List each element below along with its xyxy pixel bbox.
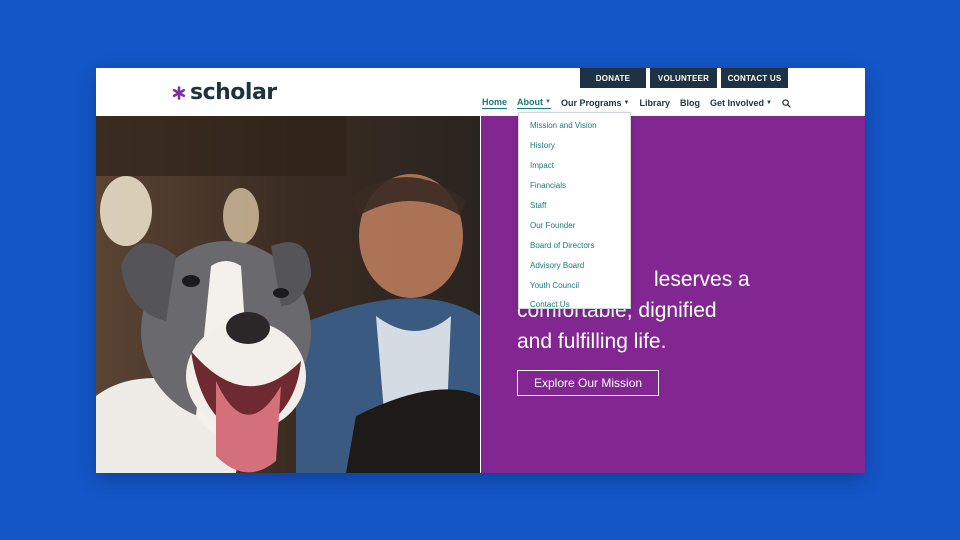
menu-item-contact-us[interactable]: Contact Us (519, 295, 630, 315)
nav-library-label: Library (639, 98, 670, 108)
nav-get-involved-label: Get Involved (709, 98, 764, 108)
hero-photo-dog-in-car (96, 116, 480, 473)
nav-our-programs[interactable]: Our Programs ▼ (561, 98, 629, 108)
nav-home[interactable]: Home (482, 97, 508, 109)
menu-item-youth-council[interactable]: Youth Council (519, 275, 630, 295)
nav-about-label: About (517, 97, 544, 107)
browser-frame: scholar DONATE VOLUNTEER CONTACT US Home… (96, 68, 865, 473)
nav-blog-label: Blog (679, 98, 700, 108)
menu-item-our-founder[interactable]: Our Founder (519, 215, 630, 235)
utility-bar: DONATE VOLUNTEER CONTACT US (580, 68, 788, 88)
search-icon[interactable] (782, 98, 791, 108)
nav-get-involved[interactable]: Get Involved ▼ (710, 98, 772, 108)
menu-item-financials[interactable]: Financials (519, 176, 630, 196)
menu-item-board-of-directors[interactable]: Board of Directors (519, 235, 630, 255)
nav-home-label: Home (482, 97, 508, 107)
nav-library[interactable]: Library (639, 98, 670, 108)
contact-us-button[interactable]: CONTACT US (721, 68, 788, 88)
site-header: scholar DONATE VOLUNTEER CONTACT US Home… (96, 68, 865, 116)
explore-our-mission-button[interactable]: Explore Our Mission (517, 370, 660, 396)
nav-blog[interactable]: Blog (680, 98, 700, 108)
asterisk-logo-icon (172, 85, 186, 100)
logo-text: scholar (190, 80, 277, 105)
caret-down-icon: ▼ (765, 100, 772, 106)
nav-our-programs-label: Our Programs (560, 98, 622, 108)
menu-item-mission-and-vision[interactable]: Mission and Vision (519, 116, 630, 136)
logo[interactable]: scholar (172, 80, 277, 105)
dog-photo-illustration (96, 116, 480, 473)
caret-down-icon: ▼ (545, 99, 551, 105)
nav-about[interactable]: About ▼ (517, 97, 551, 109)
donate-button[interactable]: DONATE (580, 68, 646, 88)
about-dropdown-menu: Mission and Vision History Impact Financ… (518, 112, 631, 309)
menu-item-advisory-board[interactable]: Advisory Board (519, 255, 630, 275)
headline-line-3: and fulfilling life. (517, 330, 667, 353)
menu-item-impact[interactable]: Impact (519, 156, 630, 176)
main-nav: Home About ▼ Our Programs ▼ Library Blog G… (482, 97, 791, 109)
menu-item-staff[interactable]: Staff (519, 196, 630, 216)
volunteer-button[interactable]: VOLUNTEER (650, 68, 717, 88)
menu-item-history[interactable]: History (519, 136, 630, 156)
caret-down-icon: ▼ (623, 100, 630, 106)
